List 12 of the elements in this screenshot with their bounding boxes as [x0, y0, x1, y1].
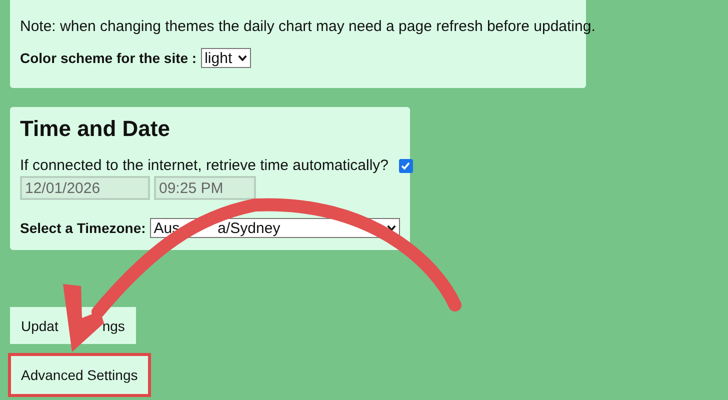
field-label: Color scheme for the site : — [20, 50, 197, 66]
date-field[interactable]: 12/01/2026 — [20, 176, 150, 200]
time-field[interactable]: 09:25 PM — [154, 176, 256, 200]
highlighted-button[interactable]: Advanced Settings — [8, 353, 151, 397]
note-text: Note: when changing themes the daily chart may need a page refresh before updating. — [20, 18, 596, 35]
color-scheme-select[interactable]: light — [200, 48, 251, 68]
section-heading: Time and Date — [20, 115, 170, 143]
caret-icon — [386, 225, 396, 231]
auto-time-label: If connected to the internet, retrieve time automatically? — [20, 157, 389, 174]
caret-icon — [238, 55, 247, 61]
field-label: Select a Timezone: — [20, 220, 146, 236]
auto-time-checkbox[interactable] — [398, 158, 413, 172]
